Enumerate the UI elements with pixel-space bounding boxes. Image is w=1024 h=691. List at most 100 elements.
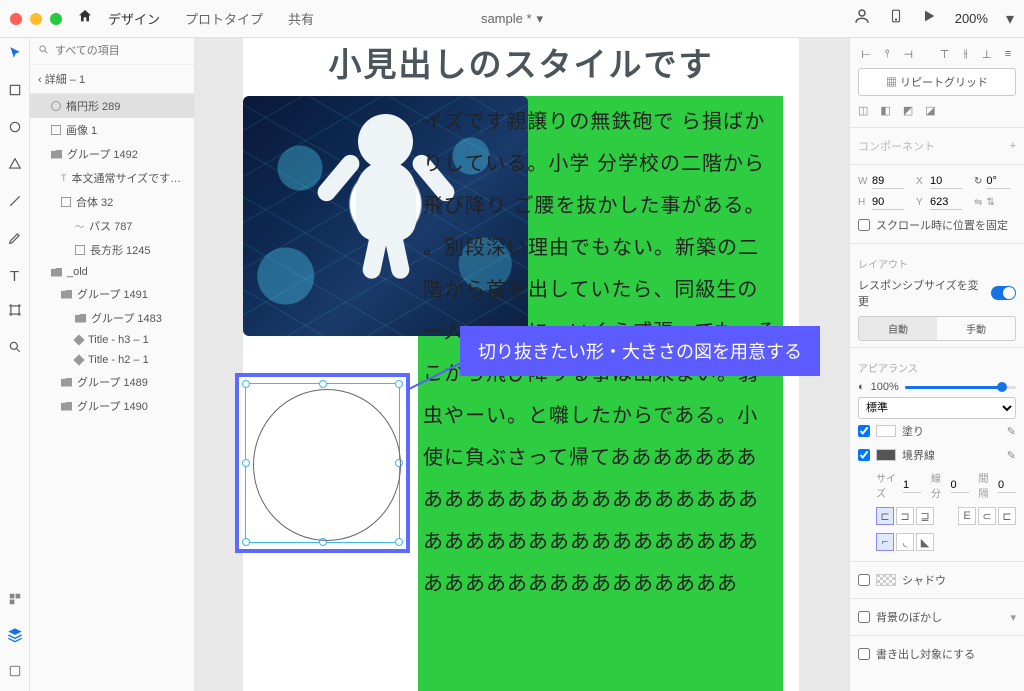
layer-item-text[interactable]: T本文通常サイズです親譲りの無… (30, 166, 194, 190)
stroke-inner-icon[interactable]: ⊏ (876, 507, 894, 525)
responsive-toggle[interactable] (991, 286, 1016, 300)
align-middle-icon[interactable]: ⫲ (958, 46, 974, 62)
responsive-mode-segment[interactable]: 自動手動 (858, 316, 1016, 341)
rectangle-tool[interactable] (8, 83, 22, 102)
layer-item-folder-old[interactable]: _old (30, 262, 194, 282)
stroke-checkbox[interactable] (858, 449, 870, 461)
window-close[interactable] (10, 13, 22, 25)
rotation-input[interactable] (986, 174, 1010, 189)
chevron-down-icon[interactable]: ▾ (1010, 611, 1016, 624)
layer-item-image[interactable]: 画像 1 (30, 118, 194, 142)
repeat-grid-button[interactable]: ▦ リピートグリッド (858, 68, 1016, 96)
ellipse-tool[interactable] (8, 120, 22, 139)
chevron-down-icon[interactable]: ▾ (1006, 9, 1014, 29)
stroke-dash-input[interactable] (951, 478, 969, 493)
play-icon[interactable] (921, 8, 937, 29)
stroke-size-input[interactable] (903, 478, 921, 493)
eyedropper-icon[interactable]: ✎ (1007, 449, 1016, 462)
scroll-fix-checkbox[interactable] (858, 219, 870, 231)
join-round-icon[interactable]: ◟ (896, 533, 914, 551)
opacity-slider[interactable] (905, 386, 1016, 389)
pen-tool[interactable] (8, 231, 22, 250)
polygon-tool[interactable] (8, 157, 22, 176)
layer-item-component[interactable]: Title - h2 – 1 (30, 350, 194, 370)
assets-icon[interactable] (8, 592, 22, 611)
cap-round-icon[interactable]: ⊂ (978, 507, 996, 525)
align-top-icon[interactable]: ⊤ (937, 46, 953, 62)
select-tool[interactable] (8, 46, 22, 65)
bool-add-icon[interactable]: ◫ (858, 104, 868, 117)
user-icon[interactable] (853, 7, 871, 30)
layer-item-group[interactable]: グループ 1483 (30, 306, 194, 330)
stroke-gap-input[interactable] (998, 478, 1016, 493)
align-right-icon[interactable]: ⊣ (900, 46, 916, 62)
canvas[interactable]: 小見出しのスタイルです イズです親譲りの無鉄砲で ら損ばかりしている。小学 分学… (195, 38, 849, 691)
layer-item-group[interactable]: グループ 1492 (30, 142, 194, 166)
layer-item-path[interactable]: 〜パス 787 (30, 214, 194, 238)
ellipse-shape[interactable] (253, 389, 401, 541)
y-input[interactable] (930, 195, 962, 210)
fill-swatch[interactable] (876, 425, 896, 437)
stroke-center-icon[interactable]: ⊐ (896, 507, 914, 525)
tab-share[interactable]: 共有 (288, 9, 314, 28)
bool-subtract-icon[interactable]: ◧ (880, 104, 890, 117)
cap-butt-icon[interactable]: E (958, 507, 976, 525)
layer-item-rect[interactable]: 長方形 1245 (30, 238, 194, 262)
align-center-h-icon[interactable]: ⫯ (879, 46, 895, 62)
stroke-swatch[interactable] (876, 449, 896, 461)
layer-item-ellipse[interactable]: 楕円形 289 (30, 94, 194, 118)
selection-box[interactable] (235, 373, 410, 553)
shadow-checkbox[interactable] (858, 574, 870, 586)
text-tool[interactable]: T (10, 268, 19, 285)
export-label: 書き出し対象にする (876, 646, 975, 662)
align-bottom-icon[interactable]: ⊥ (979, 46, 995, 62)
window-min[interactable] (30, 13, 42, 25)
blend-mode-select[interactable]: 標準 (858, 397, 1016, 419)
layers-icon[interactable] (7, 627, 23, 648)
export-checkbox[interactable] (858, 648, 870, 660)
tab-design[interactable]: デザイン (108, 9, 160, 28)
layers-back[interactable]: ‹ 詳細 – 1 (30, 65, 194, 94)
rotate-icon[interactable]: ↻ (974, 176, 982, 187)
home-icon[interactable] (77, 8, 93, 29)
width-input[interactable] (872, 174, 904, 189)
layer-item-group[interactable]: グループ 1490 (30, 394, 194, 418)
resize-handle[interactable] (242, 380, 250, 388)
resize-handle[interactable] (319, 380, 327, 388)
distribute-icon[interactable]: ≡ (1000, 46, 1016, 62)
artboard-tool[interactable] (8, 303, 22, 322)
resize-handle[interactable] (242, 459, 250, 467)
mobile-icon[interactable] (889, 7, 903, 30)
blur-checkbox[interactable] (858, 611, 870, 623)
join-bevel-icon[interactable]: ◣ (916, 533, 934, 551)
flip-v-icon[interactable]: ⇅ (986, 197, 994, 208)
zoom-level[interactable]: 200% (955, 11, 988, 26)
layer-item-component[interactable]: Title - h3 – 1 (30, 330, 194, 350)
x-input[interactable] (930, 174, 962, 189)
bool-exclude-icon[interactable]: ◪ (925, 104, 935, 117)
chevron-down-icon[interactable]: ▾ (537, 11, 544, 27)
resize-handle[interactable] (395, 538, 403, 546)
flip-h-icon[interactable]: ⇋ (974, 197, 982, 208)
layer-search-input[interactable] (55, 45, 195, 57)
zoom-tool[interactable] (8, 340, 22, 359)
eyedropper-icon[interactable]: ✎ (1007, 425, 1016, 438)
fill-checkbox[interactable] (858, 425, 870, 437)
stroke-outer-icon[interactable]: ⊒ (916, 507, 934, 525)
resize-handle[interactable] (242, 538, 250, 546)
layer-item-union[interactable]: 合体 32 (30, 190, 194, 214)
bool-intersect-icon[interactable]: ◩ (903, 104, 913, 117)
height-input[interactable] (872, 195, 904, 210)
tab-prototype[interactable]: プロトタイプ (185, 9, 263, 28)
resize-handle[interactable] (395, 380, 403, 388)
layer-item-group[interactable]: グループ 1491 (30, 282, 194, 306)
layer-item-group[interactable]: グループ 1489 (30, 370, 194, 394)
add-component-icon[interactable]: + (1010, 140, 1016, 152)
align-left-icon[interactable]: ⊢ (858, 46, 874, 62)
line-tool[interactable] (8, 194, 22, 213)
shadow-swatch[interactable] (876, 574, 896, 586)
join-miter-icon[interactable]: ⌐ (876, 533, 894, 551)
plugins-icon[interactable] (8, 664, 22, 683)
window-max[interactable] (50, 13, 62, 25)
cap-square-icon[interactable]: ⊏ (998, 507, 1016, 525)
